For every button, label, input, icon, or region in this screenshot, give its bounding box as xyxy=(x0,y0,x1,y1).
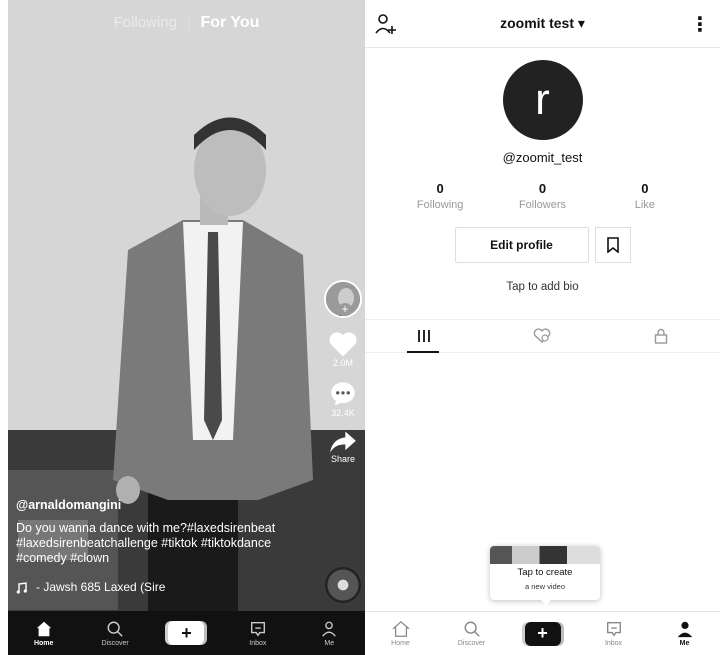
create-tooltip[interactable]: Tap to create a new video xyxy=(490,546,600,600)
home-icon xyxy=(36,621,51,636)
tab-liked[interactable] xyxy=(483,320,601,352)
stat-followers-count: 0 xyxy=(538,181,547,196)
creator-avatar-button[interactable]: + xyxy=(323,280,363,318)
comment-count: 32.4K xyxy=(331,408,355,418)
caption-text: Do you wanna dance with me?#laxedsirenbe… xyxy=(16,521,276,565)
music-title: - Jawsh 685 Laxed (Sire xyxy=(36,580,166,594)
profile-panel: zoomit test ▾ ⋮ r @zoomit_test 0 Followi… xyxy=(365,0,720,655)
heart-icon xyxy=(329,332,357,357)
add-user-icon[interactable] xyxy=(375,13,397,35)
stat-followers-label: Followers xyxy=(518,199,567,211)
create-plus-button[interactable]: + xyxy=(168,621,205,645)
nav-inbox-label: Inbox xyxy=(604,640,623,647)
tab-following[interactable]: Following xyxy=(114,14,177,31)
account-switcher[interactable]: zoomit test ▾ xyxy=(500,15,585,32)
music-row[interactable]: - Jawsh 685 Laxed (Sire xyxy=(16,580,316,595)
comment-icon xyxy=(331,382,355,406)
bookmark-icon xyxy=(606,237,619,253)
nav-me[interactable]: Me xyxy=(304,620,354,647)
stat-followers[interactable]: 0 Followers xyxy=(502,181,582,211)
inbox-icon xyxy=(250,621,265,637)
nav-create[interactable]: + xyxy=(161,621,211,645)
lock-icon xyxy=(654,328,668,344)
comment-button[interactable]: 32.4K xyxy=(323,380,363,418)
more-options-icon[interactable]: ⋮ xyxy=(690,12,710,37)
nav-discover-label: Discover xyxy=(457,640,486,647)
nav-create[interactable]: + xyxy=(518,621,568,646)
tab-private[interactable] xyxy=(602,320,720,352)
creator-username[interactable]: @arnaldomangini xyxy=(16,498,316,513)
tooltip-art xyxy=(490,546,600,564)
music-note-icon xyxy=(16,581,27,594)
video-caption: @arnaldomangini Do you wanna dance with … xyxy=(16,498,316,595)
avatar: + xyxy=(324,280,362,318)
nav-discover[interactable]: Discover xyxy=(90,620,140,647)
avatar[interactable]: r xyxy=(502,60,583,140)
profile-handle: @zoomit_test xyxy=(502,150,583,165)
add-bio-link[interactable]: Tap to add bio xyxy=(365,281,720,293)
follow-plus-icon[interactable]: + xyxy=(338,303,352,316)
stat-following-count: 0 xyxy=(436,181,444,196)
favorites-button[interactable] xyxy=(594,227,631,263)
liked-hidden-icon xyxy=(534,328,551,343)
video-feed-panel[interactable]: Following | For You + 2.0M 32.4K Share @… xyxy=(8,0,365,655)
share-button[interactable]: Share xyxy=(323,430,363,464)
nav-discover-label: Discover xyxy=(101,639,129,647)
music-disc-icon[interactable] xyxy=(325,567,361,603)
nav-inbox[interactable]: Inbox xyxy=(589,620,639,647)
nav-home-label: Home xyxy=(33,639,54,647)
inbox-icon xyxy=(606,622,621,637)
nav-home-label: Home xyxy=(391,640,410,647)
stat-likes-label: Like xyxy=(634,199,655,211)
nav-inbox[interactable]: Inbox xyxy=(233,620,283,647)
nav-me-label: Me xyxy=(679,640,690,647)
stat-following[interactable]: 0 Following xyxy=(400,181,480,211)
side-actions: + 2.0M 32.4K Share xyxy=(323,280,363,476)
profile-actions: Edit profile xyxy=(365,227,720,263)
profile-icon xyxy=(677,621,692,638)
like-button[interactable]: 2.0M xyxy=(323,330,363,368)
profile-content-tabs xyxy=(365,319,720,353)
nav-home[interactable]: Home xyxy=(376,620,426,647)
search-icon xyxy=(464,621,480,637)
search-icon xyxy=(107,621,123,637)
like-count: 2.0M xyxy=(332,358,353,368)
edit-profile-button[interactable]: Edit profile xyxy=(454,227,589,263)
home-icon xyxy=(391,620,410,637)
profile-icon xyxy=(322,621,337,637)
nav-discover[interactable]: Discover xyxy=(447,620,497,647)
create-plus-button[interactable]: + xyxy=(524,621,561,646)
nav-inbox-label: Inbox xyxy=(249,639,267,647)
tooltip-subtitle: a new video xyxy=(524,582,566,591)
tab-videos[interactable] xyxy=(365,320,483,353)
bottom-nav-profile: Home Discover + Inbox Me xyxy=(365,611,720,655)
tab-separator: | xyxy=(187,16,191,30)
share-arrow-icon xyxy=(330,431,356,453)
stat-likes-count: 0 xyxy=(641,181,649,196)
nav-me[interactable]: Me xyxy=(660,620,710,647)
tooltip-title: Tap to create xyxy=(517,567,573,578)
tooltip-arrow xyxy=(540,599,552,605)
bottom-nav-feed: Home Discover + Inbox Me xyxy=(8,611,365,655)
tab-for-you[interactable]: For You xyxy=(200,14,259,31)
nav-home[interactable]: Home xyxy=(19,620,69,647)
profile-stats: 0 Following 0 Followers 0 Like xyxy=(389,181,696,211)
grid-icon xyxy=(418,330,431,342)
stat-likes[interactable]: 0 Like xyxy=(605,181,685,211)
feed-tabs: Following | For You xyxy=(8,14,365,32)
stat-following-label: Following xyxy=(416,199,464,211)
profile-header: zoomit test ▾ ⋮ xyxy=(365,0,720,48)
share-label: Share xyxy=(330,454,356,464)
nav-me-label: Me xyxy=(324,639,335,647)
